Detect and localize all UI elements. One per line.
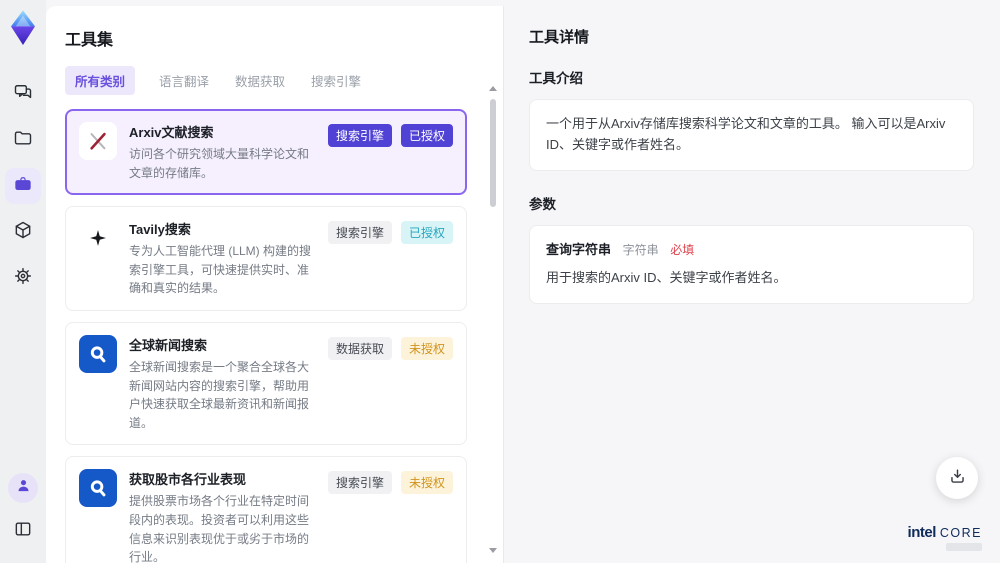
params-heading: 参数 — [529, 196, 556, 212]
intel-brand-text: intel — [907, 524, 937, 541]
core-brand-text: CORE — [939, 526, 982, 540]
scroll-down-arrow-icon[interactable] — [489, 548, 497, 553]
user-icon — [15, 477, 32, 499]
auth-status-badge: 已授权 — [400, 124, 453, 147]
folder-icon — [13, 128, 33, 153]
category-badge: 搜索引擎 — [327, 471, 392, 495]
category-tabs: 所有类别 语言翻译 数据获取 搜索引擎 — [65, 66, 483, 95]
tab-language-translation[interactable]: 语言翻译 — [157, 66, 211, 95]
tool-description: 全球新闻搜索是一个聚合全球各大新闻网站内容的搜索引擎，帮助用户快速获取全球最新资… — [129, 359, 310, 430]
param-name: 查询字符串 — [546, 241, 612, 257]
tool-name: 获取股市各行业表现 — [129, 472, 247, 488]
sidebar-item-account[interactable] — [8, 473, 38, 503]
tool-card-sector-performance[interactable]: 获取股市各行业表现 提供股票市场各个行业在特定时间段内的表现。投资者可以利用这些… — [65, 456, 467, 563]
gear-icon — [13, 266, 33, 291]
intro-text: 一个用于从Arxiv存储库搜索科学论文和文章的工具。 输入可以是Arxiv ID… — [546, 116, 946, 152]
tool-list: Arxiv文献搜索 访问各个研究领域大量科学论文和文章的存储库。 搜索引擎 已授… — [65, 109, 483, 563]
app-logo — [7, 9, 39, 45]
tool-name: Arxiv文献搜索 — [129, 125, 214, 140]
intel-core-logo: intel CORE — [908, 525, 982, 551]
sidebar-item-toolbox[interactable] — [5, 168, 41, 204]
news-search-logo-icon — [79, 334, 117, 373]
tab-all-categories[interactable]: 所有类别 — [65, 66, 136, 95]
page-title: 工具集 — [65, 32, 114, 49]
category-badge: 搜索引擎 — [327, 124, 392, 147]
tool-name: 全球新闻搜索 — [129, 337, 208, 353]
tool-list-panel: 工具集 所有类别 语言翻译 数据获取 搜索引擎 Arxiv文献搜索 访问各个研究… — [46, 6, 504, 563]
param-box: 查询字符串 字符串 必填 用于搜索的Arxiv ID、关键字或作者姓名。 — [529, 224, 974, 305]
chat-icon — [13, 82, 33, 107]
sidebar-item-chat[interactable] — [5, 76, 41, 112]
tool-card-tavily[interactable]: Tavily搜索 专为人工智能代理 (LLM) 构建的搜索引擎工具，可快速提供实… — [65, 206, 467, 311]
tool-card-global-news[interactable]: 全球新闻搜索 全球新闻搜索是一个聚合全球各大新闻网站内容的搜索引擎，帮助用户快速… — [65, 321, 467, 446]
sidebar-item-models[interactable] — [5, 214, 41, 250]
category-badge: 搜索引擎 — [327, 221, 392, 245]
sidebar-item-settings[interactable] — [5, 260, 41, 296]
sidebar — [0, 0, 46, 563]
arxiv-logo-icon — [79, 122, 117, 160]
details-title: 工具详情 — [529, 29, 590, 46]
tool-description: 专为人工智能代理 (LLM) 构建的搜索引擎工具，可快速提供实时、准确和真实的结… — [129, 244, 312, 296]
param-required-flag: 必填 — [670, 242, 695, 257]
intro-box: 一个用于从Arxiv存储库搜索科学论文和文章的工具。 输入可以是Arxiv ID… — [529, 99, 974, 171]
panel-toggle-icon — [13, 519, 33, 544]
list-scrollbar[interactable] — [488, 86, 498, 553]
tool-card-arxiv[interactable]: Arxiv文献搜索 访问各个研究领域大量科学论文和文章的存储库。 搜索引擎 已授… — [65, 109, 467, 196]
auth-status-badge: 未授权 — [400, 336, 453, 360]
param-description: 用于搜索的Arxiv ID、关键字或作者姓名。 — [546, 270, 787, 286]
download-button[interactable] — [936, 457, 978, 499]
main-content: 工具集 所有类别 语言翻译 数据获取 搜索引擎 Arxiv文献搜索 访问各个研究… — [46, 0, 1000, 563]
app-window: 工具集 所有类别 语言翻译 数据获取 搜索引擎 Arxiv文献搜索 访问各个研究… — [0, 0, 1000, 563]
tab-data-fetch[interactable]: 数据获取 — [233, 66, 287, 95]
auth-status-badge: 已授权 — [400, 221, 453, 245]
tool-details-panel: 工具详情 工具介绍 一个用于从Arxiv存储库搜索科学论文和文章的工具。 输入可… — [505, 0, 1000, 563]
sidebar-item-files[interactable] — [5, 122, 41, 158]
sparkle-logo-icon — [79, 219, 117, 258]
scrollbar-thumb[interactable] — [490, 99, 496, 207]
tab-search-engine[interactable]: 搜索引擎 — [309, 66, 363, 95]
download-icon — [948, 467, 967, 489]
scroll-up-arrow-icon[interactable] — [489, 86, 497, 91]
news-search-logo-icon — [79, 469, 117, 508]
tool-description: 提供股票市场各个行业在特定时间段内的表现。投资者可以利用这些信息来识别表现优于或… — [129, 494, 310, 563]
tool-name: Tavily搜索 — [129, 222, 191, 238]
cube-icon — [13, 220, 33, 245]
intel-sub-badge — [946, 543, 982, 551]
sidebar-item-collapse[interactable] — [5, 513, 41, 549]
tool-description: 访问各个研究领域大量科学论文和文章的存储库。 — [129, 147, 310, 180]
category-badge: 数据获取 — [327, 336, 392, 360]
briefcase-icon — [13, 174, 33, 199]
param-type: 字符串 — [622, 242, 659, 257]
auth-status-badge: 未授权 — [400, 471, 453, 495]
intro-heading: 工具介绍 — [529, 71, 583, 86]
